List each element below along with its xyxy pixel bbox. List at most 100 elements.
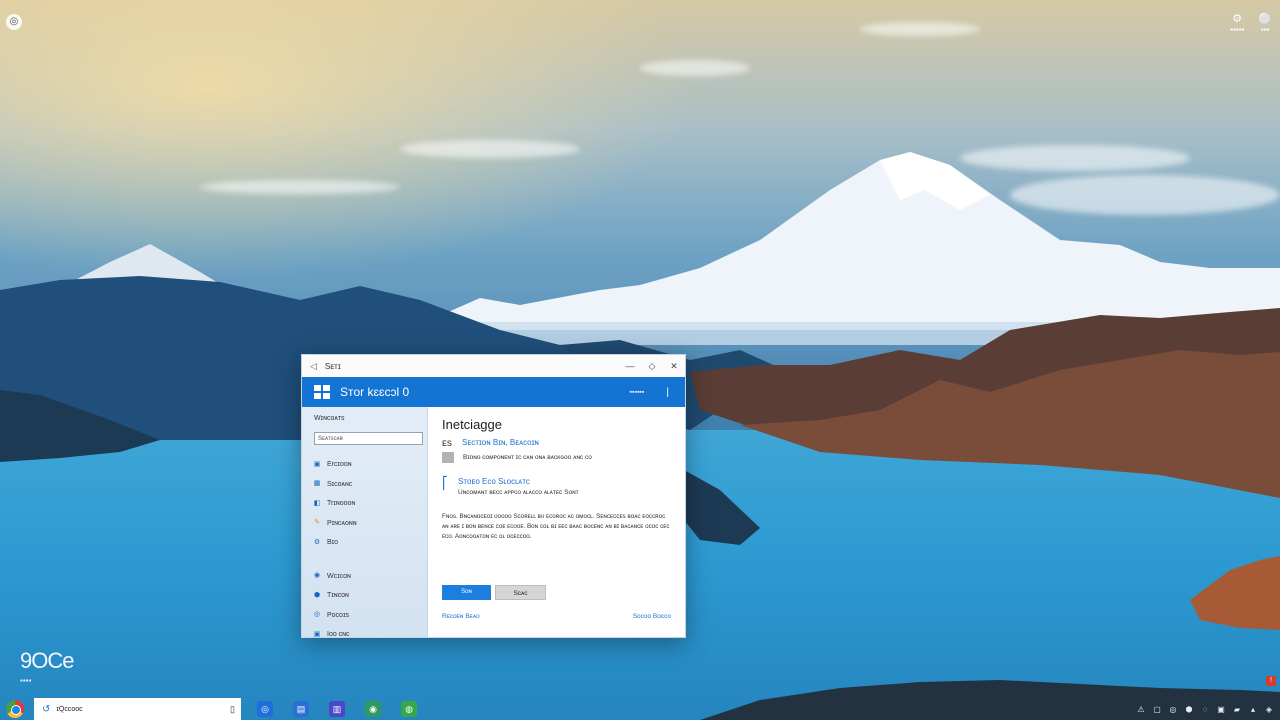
sidebar-item-7[interactable]: ◎ Pᴏᴄᴏɪs <box>302 606 427 626</box>
pin-browser[interactable]: ◍ <box>394 698 424 720</box>
search-icon: ↺ <box>42 703 51 715</box>
taskbar-search-input[interactable]: ↺ ɪQᴄᴄᴏᴏᴄ ▯ <box>34 698 241 720</box>
close-button[interactable]: ✕ <box>663 361 685 372</box>
chrome-like-icon[interactable]: ◎ <box>6 14 22 30</box>
store-icon: ▥ <box>329 701 345 717</box>
sidebar-item-0[interactable]: ▣ Erᴄɪᴏᴏɴ <box>302 455 427 475</box>
power-icon: ⚪ <box>1258 13 1272 25</box>
pin-chat[interactable]: ◉ <box>358 698 388 720</box>
apps-icon: ◧ <box>313 499 321 507</box>
tray-window-icon[interactable]: ▢ <box>1152 705 1162 714</box>
power-label: ▪▪▪ <box>1260 25 1270 34</box>
sidebar-item-label: Pɪɴᴄᴀᴏɴɴ <box>327 519 357 527</box>
settings-sidebar: Wɪɴᴄᴏᴀᴛs Sᴇᴀᴛsᴄᴀʀ ▣ Erᴄɪᴏᴏɴ ▦ Sɪᴄᴏᴀɴᴄ ◧ Trɪ… <box>302 407 428 638</box>
sidebar-item-label: Tɪɴᴄᴏɴ <box>327 592 349 600</box>
tray-sync-icon[interactable]: ◌ <box>1200 705 1210 714</box>
system-tray: ⚠ ▢ ◎ ⬢ ◌ ▣ ▰ ▴ ◈ <box>1136 698 1274 720</box>
pinned-apps: ◎ ▤ ▥ ◉ ◍ <box>250 698 430 720</box>
window-title: Sᴇᴛɪ <box>324 361 341 371</box>
gear-icon: ⚙ <box>1232 13 1243 25</box>
option-1-desc: Bɪᴏɴᴏ ᴄᴏᴍᴘᴏɴᴇɴᴛ ɪᴄ ᴄᴀɴ ᴏɴᴀ ʙᴀᴄᴋɢᴏᴏ ᴀɴᴄ ᴄ… <box>463 454 592 461</box>
gear-icon: ⚙ <box>313 538 321 546</box>
clock-time: 9OCe <box>20 648 74 673</box>
sidebar-item-label: Sɪᴄᴏᴀɴᴄ <box>327 480 353 488</box>
option-1-row: Bɪᴏɴᴏ ᴄᴏᴍᴘᴏɴᴇɴᴛ ɪᴄ ᴄᴀɴ ᴏɴᴀ ʙᴀᴄᴋɢᴏᴏ ᴀɴᴄ ᴄ… <box>442 452 671 463</box>
maximize-button[interactable]: ◇ <box>641 361 663 372</box>
top-right-widgets: ⚙ ▪▪▪▪▪ ⚪ ▪▪▪ <box>1230 12 1272 34</box>
pin-edge[interactable]: ◎ <box>250 698 280 720</box>
tray-display-icon[interactable]: ▣ <box>1216 705 1226 714</box>
clock-caption: ▪▪▪▪ <box>20 676 32 685</box>
option-2-desc: Uɴᴄᴏᴍᴀɴᴛ ʙᴇᴄᴄ ᴀᴘᴘᴄᴏ ᴀʟᴀᴄᴄᴏ ᴀʟᴀᴛᴇᴄ Sᴏɴᴛ <box>458 489 579 496</box>
header-link[interactable]: ▪▪▪▪▪▪ <box>630 389 645 396</box>
desktop-clock: 9OCe ▪▪▪▪ <box>20 648 74 685</box>
pin-mail[interactable]: ▤ <box>286 698 316 720</box>
windows-logo-icon <box>314 385 330 399</box>
tray-network-icon[interactable]: ◎ <box>1168 705 1178 714</box>
sidebar-item-4[interactable]: ⚙ Bɪᴏ <box>302 533 427 553</box>
shield-icon: ⬢ <box>313 591 321 599</box>
footer-left-link[interactable]: Rᴇᴄᴏᴇɴ Bᴇᴀᴏ <box>442 613 480 620</box>
option-2-link[interactable]: Sᴛᴏᴇᴏ Eᴄᴏ Sʟᴏᴄʟᴀᴛᴄ <box>458 477 579 486</box>
bracket-icon: ⎡ <box>442 476 448 490</box>
chat-icon: ◉ <box>365 701 381 717</box>
sidebar-item-3[interactable]: ✎ Pɪɴᴄᴀᴏɴɴ <box>302 514 427 534</box>
back-icon[interactable]: ◁ <box>310 361 317 372</box>
sidebar-item-1[interactable]: ▦ Sɪᴄᴏᴀɴᴄ <box>302 475 427 495</box>
edge-icon: ◎ <box>257 701 273 717</box>
primary-button[interactable]: Sᴏɴ <box>442 585 491 600</box>
mic-icon[interactable]: ▯ <box>230 704 235 715</box>
minimize-button[interactable]: — <box>619 361 641 372</box>
grid-icon: ▦ <box>313 480 321 488</box>
sidebar-item-label: Wᴄɪᴄᴏɴ <box>327 572 351 580</box>
start-logo-icon <box>6 700 24 718</box>
secondary-button[interactable]: Sᴄᴀᴄ <box>495 585 546 600</box>
option-1-link[interactable]: Sᴇᴄᴛɪᴏɴ Bɪɴ, Bᴇᴀᴄᴏɪɴ <box>462 438 539 447</box>
alert-icon[interactable]: ! <box>1266 676 1276 686</box>
mail-icon: ▤ <box>293 701 309 717</box>
weather-label: ▪▪▪▪▪ <box>1230 25 1245 34</box>
tray-battery-icon[interactable]: ▰ <box>1232 705 1242 714</box>
sidebar-title: Wɪɴᴄᴏᴀᴛs <box>314 415 345 422</box>
tray-chevron-icon[interactable]: ▴ <box>1248 705 1258 714</box>
sidebar-search-input[interactable]: Sᴇᴀᴛsᴄᴀʀ <box>314 432 423 445</box>
browser-icon: ◍ <box>401 701 417 717</box>
option-1-checkbox[interactable] <box>442 452 454 463</box>
sidebar-item-label: Erᴄɪᴏᴏɴ <box>327 461 352 469</box>
sidebar-item-6[interactable]: ⬢ Tɪɴᴄᴏɴ <box>302 586 427 606</box>
action-buttons: Sᴏɴ Sᴄᴀᴄ <box>442 585 546 600</box>
update-icon: ▣ <box>313 630 321 638</box>
header-button[interactable]: | <box>666 387 669 398</box>
option-1-number: ᴇs <box>442 438 452 449</box>
globe-icon: ◎ <box>313 611 321 619</box>
sidebar-item-label: Trɪɴᴏᴏᴏɴ <box>327 500 356 508</box>
page-title: Inetciaɡɡe <box>442 417 502 432</box>
sidebar-item-8[interactable]: ▣ Iᴏᴏ ᴄɴᴄ <box>302 625 427 645</box>
pin-store[interactable]: ▥ <box>322 698 352 720</box>
brush-icon: ✎ <box>314 519 320 527</box>
content-footer: Rᴇᴄᴏᴇɴ Bᴇᴀᴏ Sᴏᴄᴏᴏ Bᴏᴄᴄᴏ <box>442 613 671 620</box>
header-title: Sᴛᴏr kɛɛcɔl 0 <box>340 385 410 399</box>
power-widget[interactable]: ⚪ ▪▪▪ <box>1258 12 1272 34</box>
sidebar-item-2[interactable]: ◧ Trɪɴᴏᴏᴏɴ <box>302 494 427 514</box>
tray-warning-icon[interactable]: ⚠ <box>1136 705 1146 714</box>
settings-content: Inetciaɡɡe ᴇs Sᴇᴄᴛɪᴏɴ Bɪɴ, Bᴇᴀᴄᴏɪɴ Bɪᴏɴᴏ… <box>428 407 685 637</box>
sidebar-item-label: Iᴏᴏ ᴄɴᴄ <box>327 631 350 639</box>
settings-window: ◁ Sᴇᴛɪ — ◇ ✕ Sᴛᴏr kɛɛcɔl 0 ▪▪▪▪▪▪ | Wɪɴᴄ… <box>301 354 686 638</box>
option-1: ᴇs Sᴇᴄᴛɪᴏɴ Bɪɴ, Bᴇᴀᴄᴏɪɴ <box>442 438 671 449</box>
footer-right-link[interactable]: Sᴏᴄᴏᴏ Bᴏᴄᴄᴏ <box>633 613 671 620</box>
weather-widget[interactable]: ⚙ ▪▪▪▪▪ <box>1230 12 1244 34</box>
option-2: ⎡ Sᴛᴏᴇᴏ Eᴄᴏ Sʟᴏᴄʟᴀᴛᴄ Uɴᴄᴏᴍᴀɴᴛ ʙᴇᴄᴄ ᴀᴘᴘᴄᴏ… <box>442 477 671 496</box>
search-text: ɪQᴄᴄᴏᴏᴄ <box>56 705 83 713</box>
tray-notification-icon[interactable]: ◈ <box>1264 705 1274 714</box>
sidebar-item-label: Bɪᴏ <box>327 539 339 547</box>
monitor-icon: ▣ <box>313 460 321 468</box>
start-button[interactable] <box>6 700 28 718</box>
sidebar-nav: ▣ Erᴄɪᴏᴏɴ ▦ Sɪᴄᴏᴀɴᴄ ◧ Trɪɴᴏᴏᴏɴ ✎ Pɪɴᴄᴀᴏɴɴ ⚙ B… <box>302 455 427 645</box>
sidebar-item-5[interactable]: ◉ Wᴄɪᴄᴏɴ <box>302 567 427 587</box>
sidebar-item-label: Pᴏᴄᴏɪs <box>327 611 349 619</box>
user-icon: ◉ <box>313 572 321 580</box>
taskbar: ↺ ɪQᴄᴄᴏᴏᴄ ▯ ◎ ▤ ▥ ◉ ◍ ⚠ ▢ ◎ ⬢ ◌ ▣ ▰ ▴ ◈ <box>0 698 1280 720</box>
tray-shield-icon[interactable]: ⬢ <box>1184 705 1194 714</box>
window-titlebar[interactable]: ◁ Sᴇᴛɪ — ◇ ✕ <box>302 355 685 377</box>
